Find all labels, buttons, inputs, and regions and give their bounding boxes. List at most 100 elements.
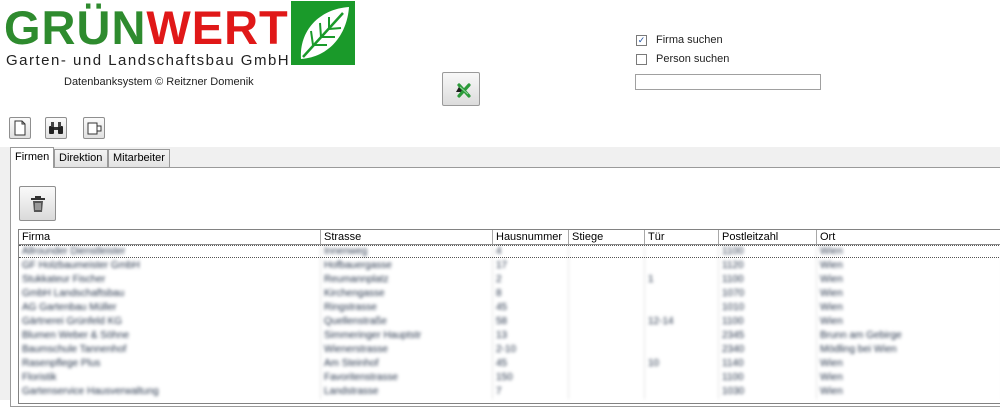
export-excel-button[interactable] xyxy=(442,72,480,106)
table-cell: 45 xyxy=(493,357,569,371)
column-header-ort[interactable]: Ort xyxy=(817,230,1000,244)
table-cell xyxy=(645,329,719,343)
new-document-icon xyxy=(14,120,26,136)
table-cell: Innenweg xyxy=(321,245,493,259)
logo-text-red: WERT xyxy=(146,1,289,54)
table-row[interactable]: Allrounder Dienstleister Innenweg 4 1100 Wie… xyxy=(19,245,1000,259)
table-cell: Allrounder Dienstleister xyxy=(19,245,321,259)
table-cell: 13 xyxy=(493,329,569,343)
table-cell xyxy=(569,343,645,357)
column-header-strasse[interactable]: Strasse xyxy=(321,230,493,244)
tab-mitarbeiter[interactable]: Mitarbeiter xyxy=(108,149,170,167)
table-cell xyxy=(569,301,645,315)
table-cell: 1070 xyxy=(719,287,817,301)
table-cell xyxy=(569,329,645,343)
firma-search-label: Firma suchen xyxy=(656,34,723,46)
table-row[interactable]: Stukkateur Fischer Reumannplatz 2 1 1100 Wien xyxy=(19,273,1000,287)
logo-text-green: GRÜN xyxy=(4,1,147,54)
table-cell xyxy=(569,287,645,301)
firmen-table[interactable]: Firma Strasse Hausnummer Stiege Tür Post… xyxy=(18,229,1000,404)
binoculars-icon xyxy=(49,122,63,134)
table-cell: 1100 xyxy=(719,273,817,287)
table-cell: Ringstrasse xyxy=(321,301,493,315)
table-cell: Wien xyxy=(817,301,1000,315)
table-cell: Rasenpflege Plus xyxy=(19,357,321,371)
table-cell: Kirchengasse xyxy=(321,287,493,301)
table-cell: Gartenservice Hausverwaltung xyxy=(19,385,321,399)
trash-icon xyxy=(30,195,45,212)
search-input[interactable] xyxy=(635,74,821,90)
table-cell: Wien xyxy=(817,385,1000,399)
table-cell: 2340 xyxy=(719,343,817,357)
table-cell: Quellenstraße xyxy=(321,315,493,329)
table-cell: Floristik xyxy=(19,371,321,385)
table-cell: 2 xyxy=(493,273,569,287)
table-cell: Wien xyxy=(817,245,1000,259)
table-cell: 2345 xyxy=(719,329,817,343)
table-cell: 1 xyxy=(645,273,719,287)
table-cell xyxy=(645,301,719,315)
table-cell: Landstrasse xyxy=(321,385,493,399)
column-header-stiege[interactable]: Stiege xyxy=(569,230,645,244)
firma-search-checkbox[interactable]: ✓ xyxy=(636,34,647,46)
table-cell xyxy=(569,371,645,385)
person-search-option[interactable]: Person suchen xyxy=(636,53,729,65)
table-cell: 150 xyxy=(493,371,569,385)
table-row[interactable]: GF Holzbaumeister GmbH Hofbauergasse 17 112… xyxy=(19,259,1000,273)
table-cell xyxy=(645,343,719,357)
copyright-text: Datenbanksystem © Reitzner Domenik xyxy=(64,76,254,88)
search-button[interactable] xyxy=(45,117,67,139)
table-cell: 1030 xyxy=(719,385,817,399)
column-header-hausnummer[interactable]: Hausnummer xyxy=(493,230,569,244)
table-row[interactable]: Floristik Favoritenstrasse 150 1100 Wien xyxy=(19,371,1000,385)
new-button[interactable] xyxy=(9,117,31,139)
table-cell: 1120 xyxy=(719,259,817,273)
table-row[interactable]: Gartenservice Hausverwaltung Landstrasse 7… xyxy=(19,385,1000,399)
column-header-postleitzahl[interactable]: Postleitzahl xyxy=(719,230,817,244)
table-row[interactable]: Rasenpflege Plus Am Steinhof 45 10 1140 Wien xyxy=(19,357,1000,371)
column-header-firma[interactable]: Firma xyxy=(19,230,321,244)
table-cell xyxy=(645,245,719,259)
table-cell: 7 xyxy=(493,385,569,399)
exit-door-icon xyxy=(87,122,102,135)
table-row[interactable]: GmbH Landschaftsbau Kirchengasse 8 1070 Wien xyxy=(19,287,1000,301)
table-row[interactable]: Baumschule Tannenhof Wienerstrasse 2-10 234… xyxy=(19,343,1000,357)
logo-subtitle: Garten- und Landschaftsbau GmbH xyxy=(6,52,291,69)
table-cell: AG Gartenbau Müller xyxy=(19,301,321,315)
table-cell: 17 xyxy=(493,259,569,273)
table-row[interactable]: Gärtnerei Grünfeld KG Quellenstraße 58 12-1… xyxy=(19,315,1000,329)
exit-button[interactable] xyxy=(83,117,105,139)
person-search-label: Person suchen xyxy=(656,53,730,65)
table-cell: 10 xyxy=(645,357,719,371)
table-cell xyxy=(569,385,645,399)
table-cell: 12-14 xyxy=(645,315,719,329)
column-header-tuer[interactable]: Tür xyxy=(645,230,719,244)
table-header: Firma Strasse Hausnummer Stiege Tür Post… xyxy=(19,230,1000,245)
table-cell xyxy=(569,259,645,273)
table-row[interactable]: AG Gartenbau Müller Ringstrasse 45 1010 Wien xyxy=(19,301,1000,315)
table-cell: 4 xyxy=(493,245,569,259)
table-cell: Favoritenstrasse xyxy=(321,371,493,385)
table-cell xyxy=(569,273,645,287)
tab-direktion[interactable]: Direktion xyxy=(54,149,108,167)
delete-button[interactable] xyxy=(19,186,56,221)
table-cell: 8 xyxy=(493,287,569,301)
table-cell: 1140 xyxy=(719,357,817,371)
table-cell: Wien xyxy=(817,315,1000,329)
person-search-checkbox[interactable] xyxy=(636,53,647,65)
tab-firmen[interactable]: Firmen xyxy=(10,147,54,168)
logo-wordmark: GRÜNWERT xyxy=(4,0,289,56)
leaf-icon xyxy=(291,1,355,65)
table-cell: 1100 xyxy=(719,371,817,385)
table-cell: Stukkateur Fischer xyxy=(19,273,321,287)
table-cell xyxy=(645,287,719,301)
table-cell: Wien xyxy=(817,273,1000,287)
table-cell: Wien xyxy=(817,287,1000,301)
table-row[interactable]: Blumen Weber & Söhne Simmeringer Hauptstr… xyxy=(19,329,1000,343)
firma-search-option[interactable]: ✓ Firma suchen xyxy=(636,34,723,46)
table-cell: Baumschule Tannenhof xyxy=(19,343,321,357)
table-cell: 1100 xyxy=(719,315,817,329)
table-cell: Wien xyxy=(817,259,1000,273)
table-cell: 58 xyxy=(493,315,569,329)
table-cell: Am Steinhof xyxy=(321,357,493,371)
